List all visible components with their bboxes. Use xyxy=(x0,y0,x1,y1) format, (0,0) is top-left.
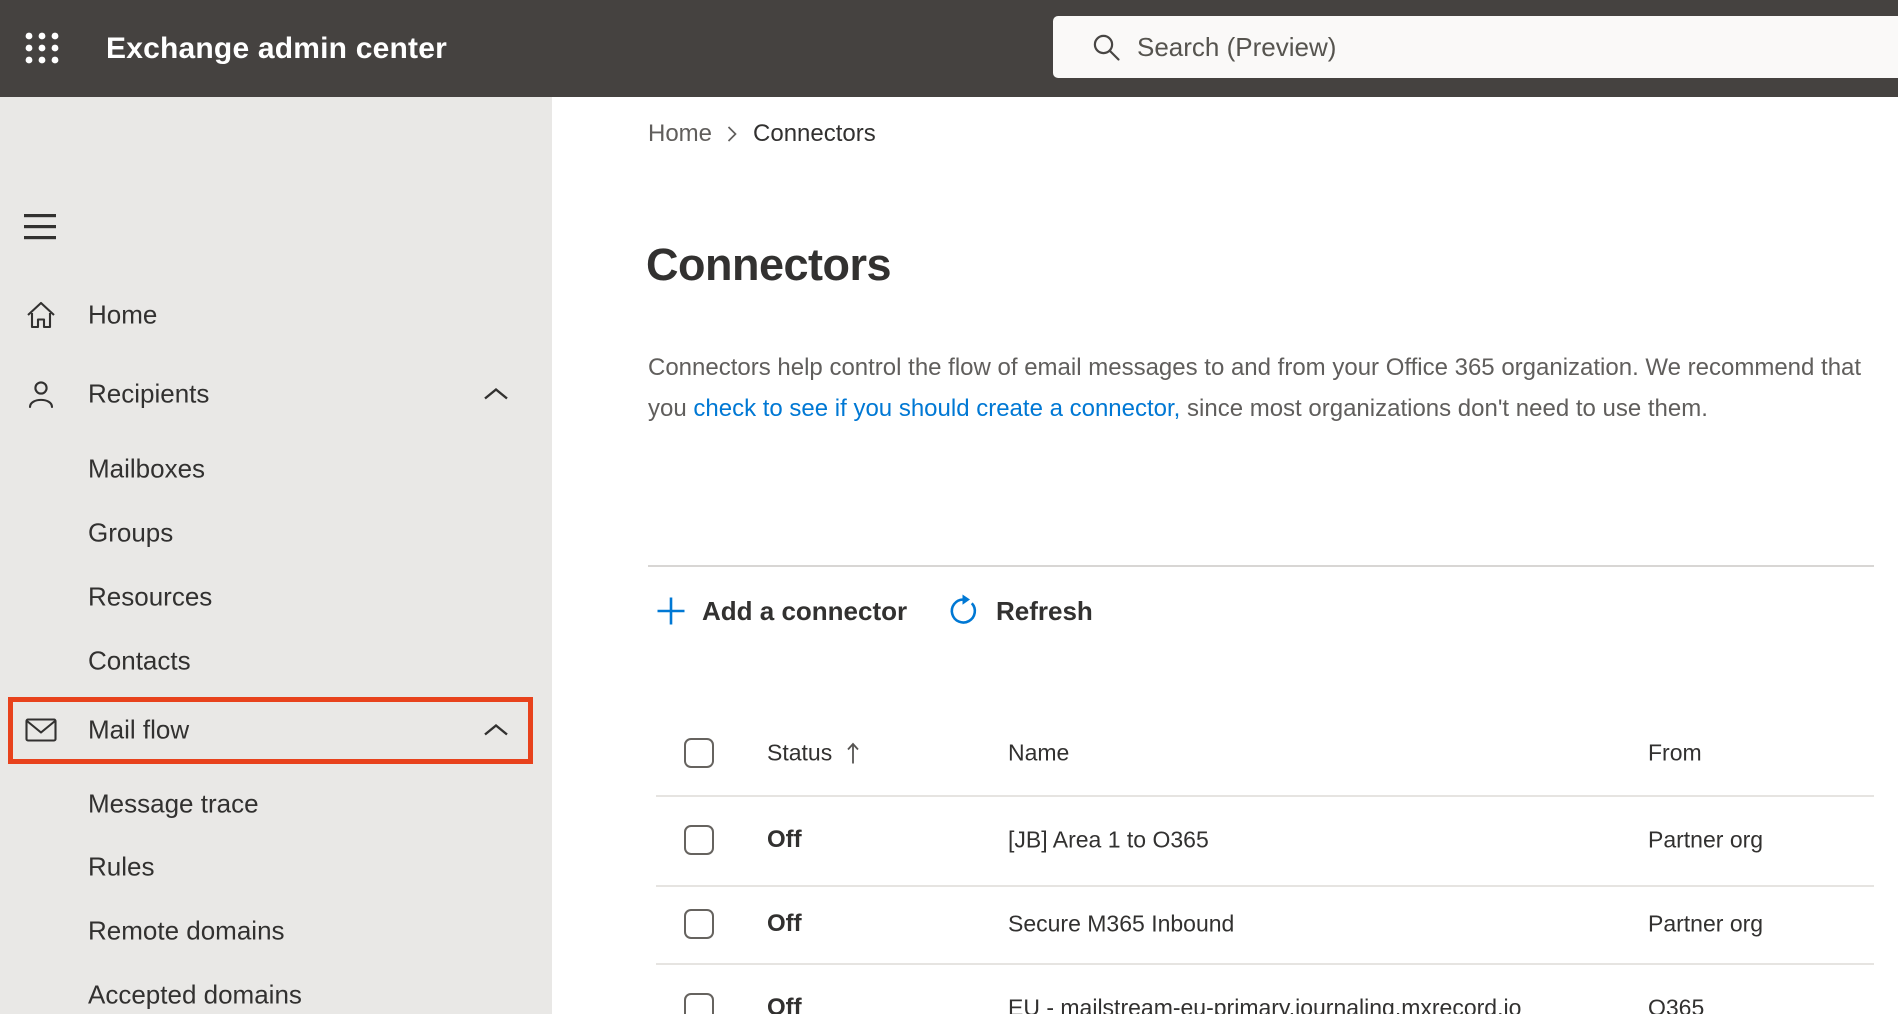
annotation-box-mail-flow xyxy=(8,697,533,764)
sidebar-item-mailboxes[interactable]: Mailboxes xyxy=(0,437,552,501)
description-text-post: since most organizations don't need to u… xyxy=(1180,395,1708,422)
cell-from: O365 xyxy=(1648,994,1705,1014)
cell-status: Off xyxy=(767,994,802,1014)
sidebar-item-label: Remote domains xyxy=(88,915,285,946)
column-header-name[interactable]: Name xyxy=(1008,739,1069,766)
sidebar-item-label: Groups xyxy=(88,517,174,548)
sidebar-item-rules[interactable]: Rules xyxy=(0,835,552,899)
cell-name: Secure M365 Inbound xyxy=(1008,910,1235,937)
row-checkbox[interactable] xyxy=(684,825,714,855)
sidebar-item-label: Home xyxy=(88,299,158,330)
sidebar-item-recipients[interactable]: Recipients xyxy=(0,362,552,426)
add-connector-label: Add a connector xyxy=(702,595,908,626)
home-icon xyxy=(27,301,55,329)
chevron-right-icon xyxy=(727,126,737,142)
sidebar-item-groups[interactable]: Groups xyxy=(0,501,552,565)
sidebar-item-label: Contacts xyxy=(88,645,191,676)
search-input[interactable] xyxy=(1137,16,1877,78)
sidebar-item-label: Resources xyxy=(88,581,213,612)
person-icon xyxy=(28,381,54,409)
breadcrumb-home-link[interactable]: Home xyxy=(648,120,712,148)
nav-collapse-button[interactable] xyxy=(20,209,60,247)
sidebar-item-remote-domains[interactable]: Remote domains xyxy=(0,899,552,963)
refresh-icon xyxy=(950,594,977,624)
create-connector-check-link[interactable]: check to see if you should create a conn… xyxy=(693,395,1180,422)
table-row[interactable]: Off [JB] Area 1 to O365 Partner org xyxy=(648,795,1874,885)
refresh-button[interactable]: Refresh xyxy=(946,580,1093,642)
app-launcher-button[interactable] xyxy=(16,26,68,72)
sidebar-item-resources[interactable]: Resources xyxy=(0,565,552,629)
topbar: Exchange admin center xyxy=(0,0,1898,97)
column-header-status[interactable]: Status xyxy=(767,739,861,766)
row-checkbox[interactable] xyxy=(684,993,714,1014)
app-title: Exchange admin center xyxy=(106,32,447,65)
cell-from: Partner org xyxy=(1648,910,1764,937)
hamburger-icon xyxy=(24,213,56,239)
cell-status: Off xyxy=(767,910,802,937)
select-all-checkbox[interactable] xyxy=(684,737,714,768)
column-header-from[interactable]: From xyxy=(1648,739,1702,766)
cell-status: Off xyxy=(767,826,802,853)
add-connector-button[interactable]: Add a connector xyxy=(656,580,907,642)
table-header-row: Status Name From xyxy=(648,710,1874,795)
sidebar-item-label: Rules xyxy=(88,851,155,882)
search-box[interactable] xyxy=(1053,16,1898,78)
row-checkbox[interactable] xyxy=(684,909,714,939)
cell-from: Partner org xyxy=(1648,826,1764,853)
sidebar-item-home[interactable]: Home xyxy=(0,283,552,347)
toolbar-divider xyxy=(648,565,1874,567)
sidebar-item-message-trace[interactable]: Message trace xyxy=(0,772,552,836)
table-row[interactable]: Off Secure M365 Inbound Partner org xyxy=(648,885,1874,963)
sidebar-item-label: Mailboxes xyxy=(88,453,206,484)
sidebar-item-label: Accepted domains xyxy=(88,979,302,1010)
refresh-label: Refresh xyxy=(996,595,1093,626)
sort-ascending-icon xyxy=(847,742,859,763)
sidebar-item-label: Recipients xyxy=(88,378,210,409)
exchange-admin-center-window: Exchange admin center Home xyxy=(0,0,1898,1014)
cell-name: EU - mailstream-eu-primary.journaling.mx… xyxy=(1008,994,1522,1014)
sidebar-item-contacts[interactable]: Contacts xyxy=(0,629,552,693)
sidebar-item-accepted-domains[interactable]: Accepted domains xyxy=(0,963,552,1014)
page-description: Connectors help control the flow of emai… xyxy=(648,347,1888,429)
sidebar-item-label: Message trace xyxy=(88,788,259,819)
plus-icon xyxy=(657,597,685,625)
search-icon xyxy=(1093,34,1120,61)
waffle-icon xyxy=(25,32,59,63)
sidebar-nav: Home Recipients Mailboxes Groups Resourc… xyxy=(0,97,552,1014)
breadcrumb-current: Connectors xyxy=(753,120,876,147)
page-title: Connectors xyxy=(646,239,892,290)
chevron-up-icon[interactable] xyxy=(482,387,510,402)
column-header-status-label: Status xyxy=(767,739,833,765)
table-row[interactable]: Off EU - mailstream-eu-primary.journalin… xyxy=(648,963,1874,1014)
cell-name: [JB] Area 1 to O365 xyxy=(1008,826,1209,853)
main-content: Home Connectors Connectors Connectors he… xyxy=(552,97,1898,1014)
breadcrumb: Home Connectors xyxy=(648,120,876,148)
